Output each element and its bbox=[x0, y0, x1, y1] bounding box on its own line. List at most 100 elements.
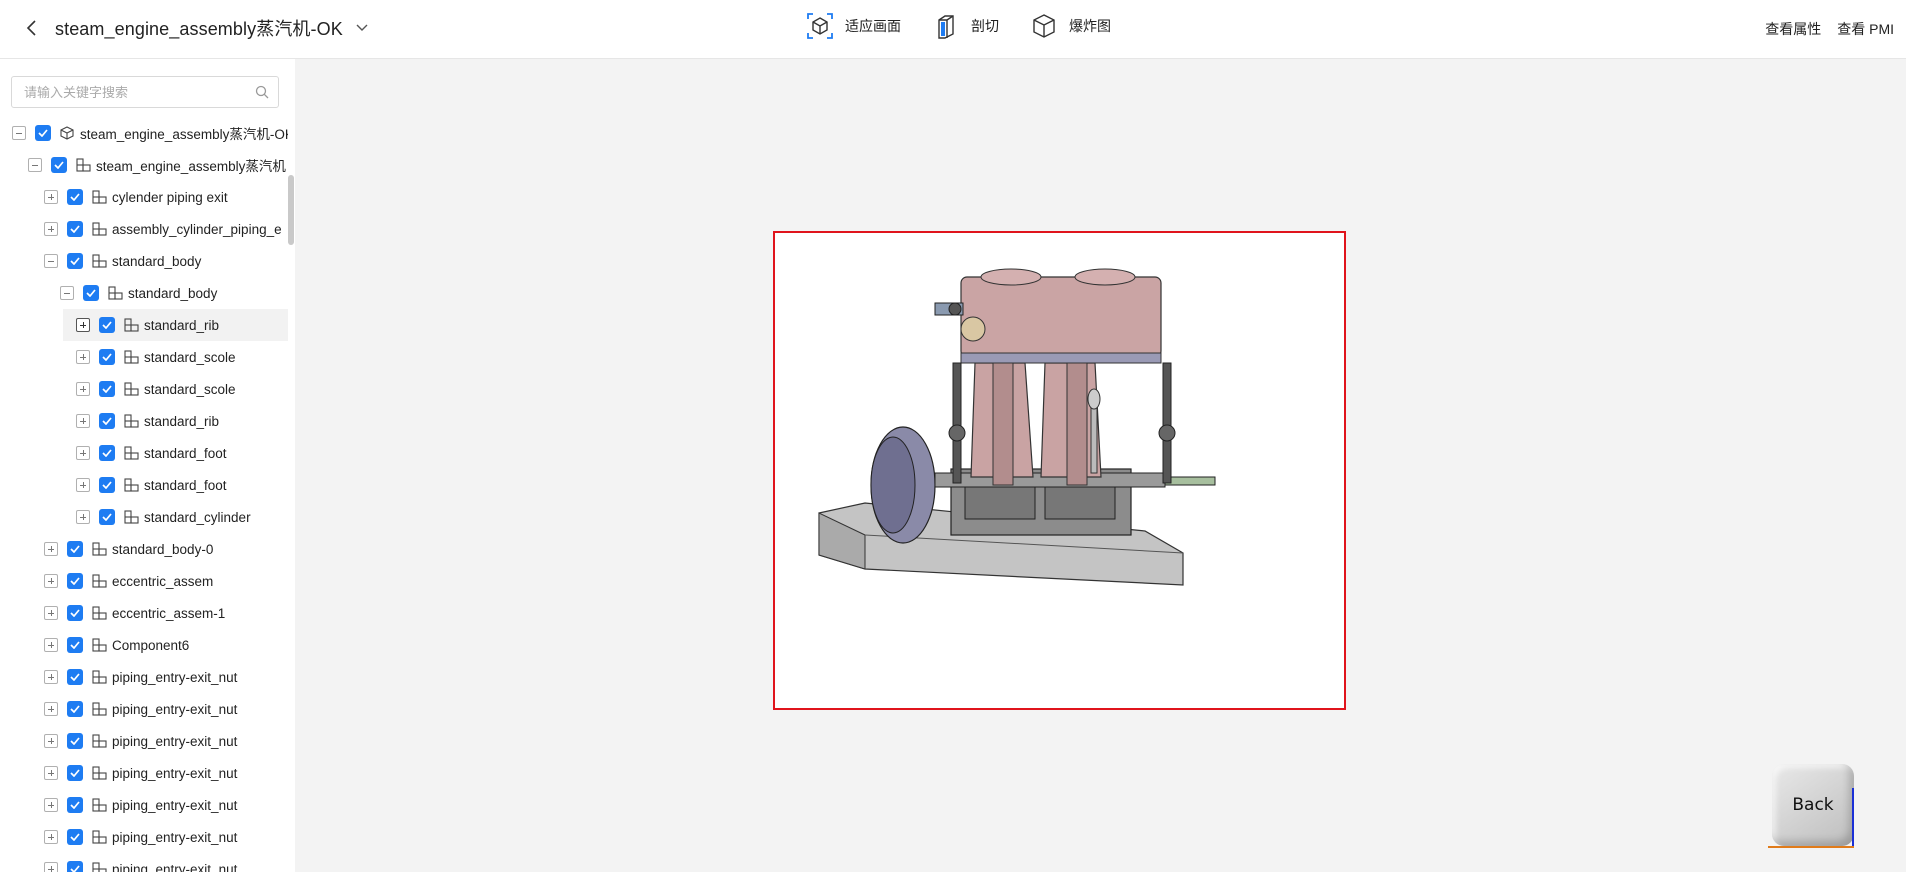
tree-checkbox[interactable] bbox=[99, 413, 115, 429]
expand-toggle[interactable] bbox=[44, 190, 58, 204]
tree-node-label[interactable]: piping_entry-exit_nut bbox=[112, 670, 237, 685]
view-properties-link[interactable]: 查看属性 bbox=[1765, 19, 1821, 39]
tree-node-label[interactable]: assembly_cylinder_piping_e bbox=[112, 222, 282, 237]
tree-node-label[interactable]: steam_engine_assembly蒸汽机-OK bbox=[80, 123, 288, 143]
tree-node-label[interactable]: eccentric_assem bbox=[112, 574, 213, 589]
tree-checkbox[interactable] bbox=[67, 253, 83, 269]
tree-checkbox[interactable] bbox=[67, 861, 83, 872]
view-pmi-link[interactable]: 查看 PMI bbox=[1837, 19, 1894, 39]
tree-row[interactable]: standard_scole bbox=[0, 373, 288, 405]
fit-view-button[interactable]: 适应画面 bbox=[805, 11, 901, 41]
tree-node-label[interactable]: piping_entry-exit_nut bbox=[112, 766, 237, 781]
tree-row[interactable]: standard_foot bbox=[0, 437, 288, 469]
tree-node-label[interactable]: Component6 bbox=[112, 638, 189, 653]
expand-toggle[interactable] bbox=[76, 478, 90, 492]
tree-node-label[interactable]: steam_engine_assembly蒸汽机 bbox=[96, 155, 286, 175]
tree-node-label[interactable]: standard_foot bbox=[144, 446, 227, 461]
collapse-toggle[interactable] bbox=[44, 254, 58, 268]
back-button[interactable] bbox=[20, 16, 44, 40]
expand-toggle[interactable] bbox=[44, 222, 58, 236]
expand-toggle[interactable] bbox=[76, 382, 90, 396]
collapse-toggle[interactable] bbox=[28, 158, 42, 172]
tree-row[interactable]: Component6 bbox=[0, 629, 288, 661]
tree-row[interactable]: standard_rib bbox=[63, 309, 288, 341]
tree-checkbox[interactable] bbox=[67, 541, 83, 557]
expand-toggle[interactable] bbox=[76, 446, 90, 460]
tree-node-label[interactable]: piping_entry-exit_nut bbox=[112, 862, 237, 872]
expand-toggle[interactable] bbox=[44, 542, 58, 556]
tree-node-label[interactable]: piping_entry-exit_nut bbox=[112, 798, 237, 813]
tree-node-label[interactable]: standard_body-0 bbox=[112, 542, 213, 557]
tree-row[interactable]: standard_body bbox=[0, 277, 288, 309]
expand-toggle[interactable] bbox=[44, 798, 58, 812]
tree-checkbox[interactable] bbox=[99, 317, 115, 333]
tree-row[interactable]: standard_rib bbox=[0, 405, 288, 437]
tree-checkbox[interactable] bbox=[67, 189, 83, 205]
expand-toggle[interactable] bbox=[44, 830, 58, 844]
tree-checkbox[interactable] bbox=[67, 637, 83, 653]
expand-toggle[interactable] bbox=[76, 510, 90, 524]
expand-toggle[interactable] bbox=[76, 350, 90, 364]
tree-row[interactable]: steam_engine_assembly蒸汽机-OK bbox=[0, 117, 288, 149]
tree-checkbox[interactable] bbox=[67, 669, 83, 685]
tree-node-label[interactable]: piping_entry-exit_nut bbox=[112, 830, 237, 845]
tree-row[interactable]: piping_entry-exit_nut bbox=[0, 693, 288, 725]
tree-row[interactable]: assembly_cylinder_piping_e bbox=[0, 213, 288, 245]
tree-checkbox[interactable] bbox=[51, 157, 67, 173]
expand-toggle[interactable] bbox=[44, 766, 58, 780]
tree-row[interactable]: eccentric_assem bbox=[0, 565, 288, 597]
tree-checkbox[interactable] bbox=[99, 381, 115, 397]
tree-row[interactable]: piping_entry-exit_nut bbox=[0, 661, 288, 693]
tree-node-label[interactable]: standard_rib bbox=[144, 318, 219, 333]
tree-row[interactable]: standard_scole bbox=[0, 341, 288, 373]
section-cut-button[interactable]: 剖切 bbox=[931, 11, 999, 41]
tree-row[interactable]: steam_engine_assembly蒸汽机 bbox=[0, 149, 288, 181]
tree-row[interactable]: piping_entry-exit_nut bbox=[0, 789, 288, 821]
view-cube[interactable]: Back bbox=[1766, 760, 1858, 850]
tree-checkbox[interactable] bbox=[67, 733, 83, 749]
tree-node-label[interactable]: standard_body bbox=[112, 254, 201, 269]
search-input[interactable] bbox=[12, 77, 247, 107]
expand-toggle[interactable] bbox=[44, 638, 58, 652]
explode-view-button[interactable]: 爆炸图 bbox=[1029, 11, 1111, 41]
tree-row[interactable]: piping_entry-exit_nut bbox=[0, 725, 288, 757]
expand-toggle[interactable] bbox=[76, 414, 90, 428]
title-dropdown-button[interactable] bbox=[353, 19, 371, 37]
tree-node-label[interactable]: eccentric_assem-1 bbox=[112, 606, 225, 621]
expand-toggle[interactable] bbox=[76, 318, 90, 332]
model-selection-frame[interactable] bbox=[773, 231, 1346, 710]
expand-toggle[interactable] bbox=[44, 702, 58, 716]
tree-row[interactable]: piping_entry-exit_nut bbox=[0, 821, 288, 853]
expand-toggle[interactable] bbox=[44, 862, 58, 872]
tree-checkbox[interactable] bbox=[67, 573, 83, 589]
tree-checkbox[interactable] bbox=[67, 765, 83, 781]
tree-node-label[interactable]: piping_entry-exit_nut bbox=[112, 734, 237, 749]
tree-checkbox[interactable] bbox=[99, 445, 115, 461]
expand-toggle[interactable] bbox=[44, 574, 58, 588]
tree-checkbox[interactable] bbox=[99, 477, 115, 493]
tree-checkbox[interactable] bbox=[99, 349, 115, 365]
tree-node-label[interactable]: standard_foot bbox=[144, 478, 227, 493]
tree-checkbox[interactable] bbox=[83, 285, 99, 301]
expand-toggle[interactable] bbox=[44, 606, 58, 620]
expand-toggle[interactable] bbox=[44, 734, 58, 748]
view-cube-face[interactable]: Back bbox=[1772, 764, 1854, 846]
tree-node-label[interactable]: cylender piping exit bbox=[112, 190, 228, 205]
tree-row[interactable]: piping_entry-exit_nut bbox=[0, 853, 288, 872]
tree-row[interactable]: standard_body-0 bbox=[0, 533, 288, 565]
tree-checkbox[interactable] bbox=[67, 797, 83, 813]
tree-row[interactable]: eccentric_assem-1 bbox=[0, 597, 288, 629]
tree-checkbox[interactable] bbox=[67, 829, 83, 845]
tree-node-label[interactable]: standard_rib bbox=[144, 414, 219, 429]
tree-checkbox[interactable] bbox=[67, 701, 83, 717]
tree-scrollbar-thumb[interactable] bbox=[288, 175, 294, 245]
search-icon[interactable] bbox=[255, 85, 269, 99]
tree-checkbox[interactable] bbox=[67, 605, 83, 621]
tree-row[interactable]: cylender piping exit bbox=[0, 181, 288, 213]
tree-row[interactable]: piping_entry-exit_nut bbox=[0, 757, 288, 789]
tree-checkbox[interactable] bbox=[99, 509, 115, 525]
tree-row[interactable]: standard_body bbox=[0, 245, 288, 277]
tree-row[interactable]: standard_cylinder bbox=[0, 501, 288, 533]
tree-node-label[interactable]: standard_body bbox=[128, 286, 217, 301]
collapse-toggle[interactable] bbox=[12, 126, 26, 140]
